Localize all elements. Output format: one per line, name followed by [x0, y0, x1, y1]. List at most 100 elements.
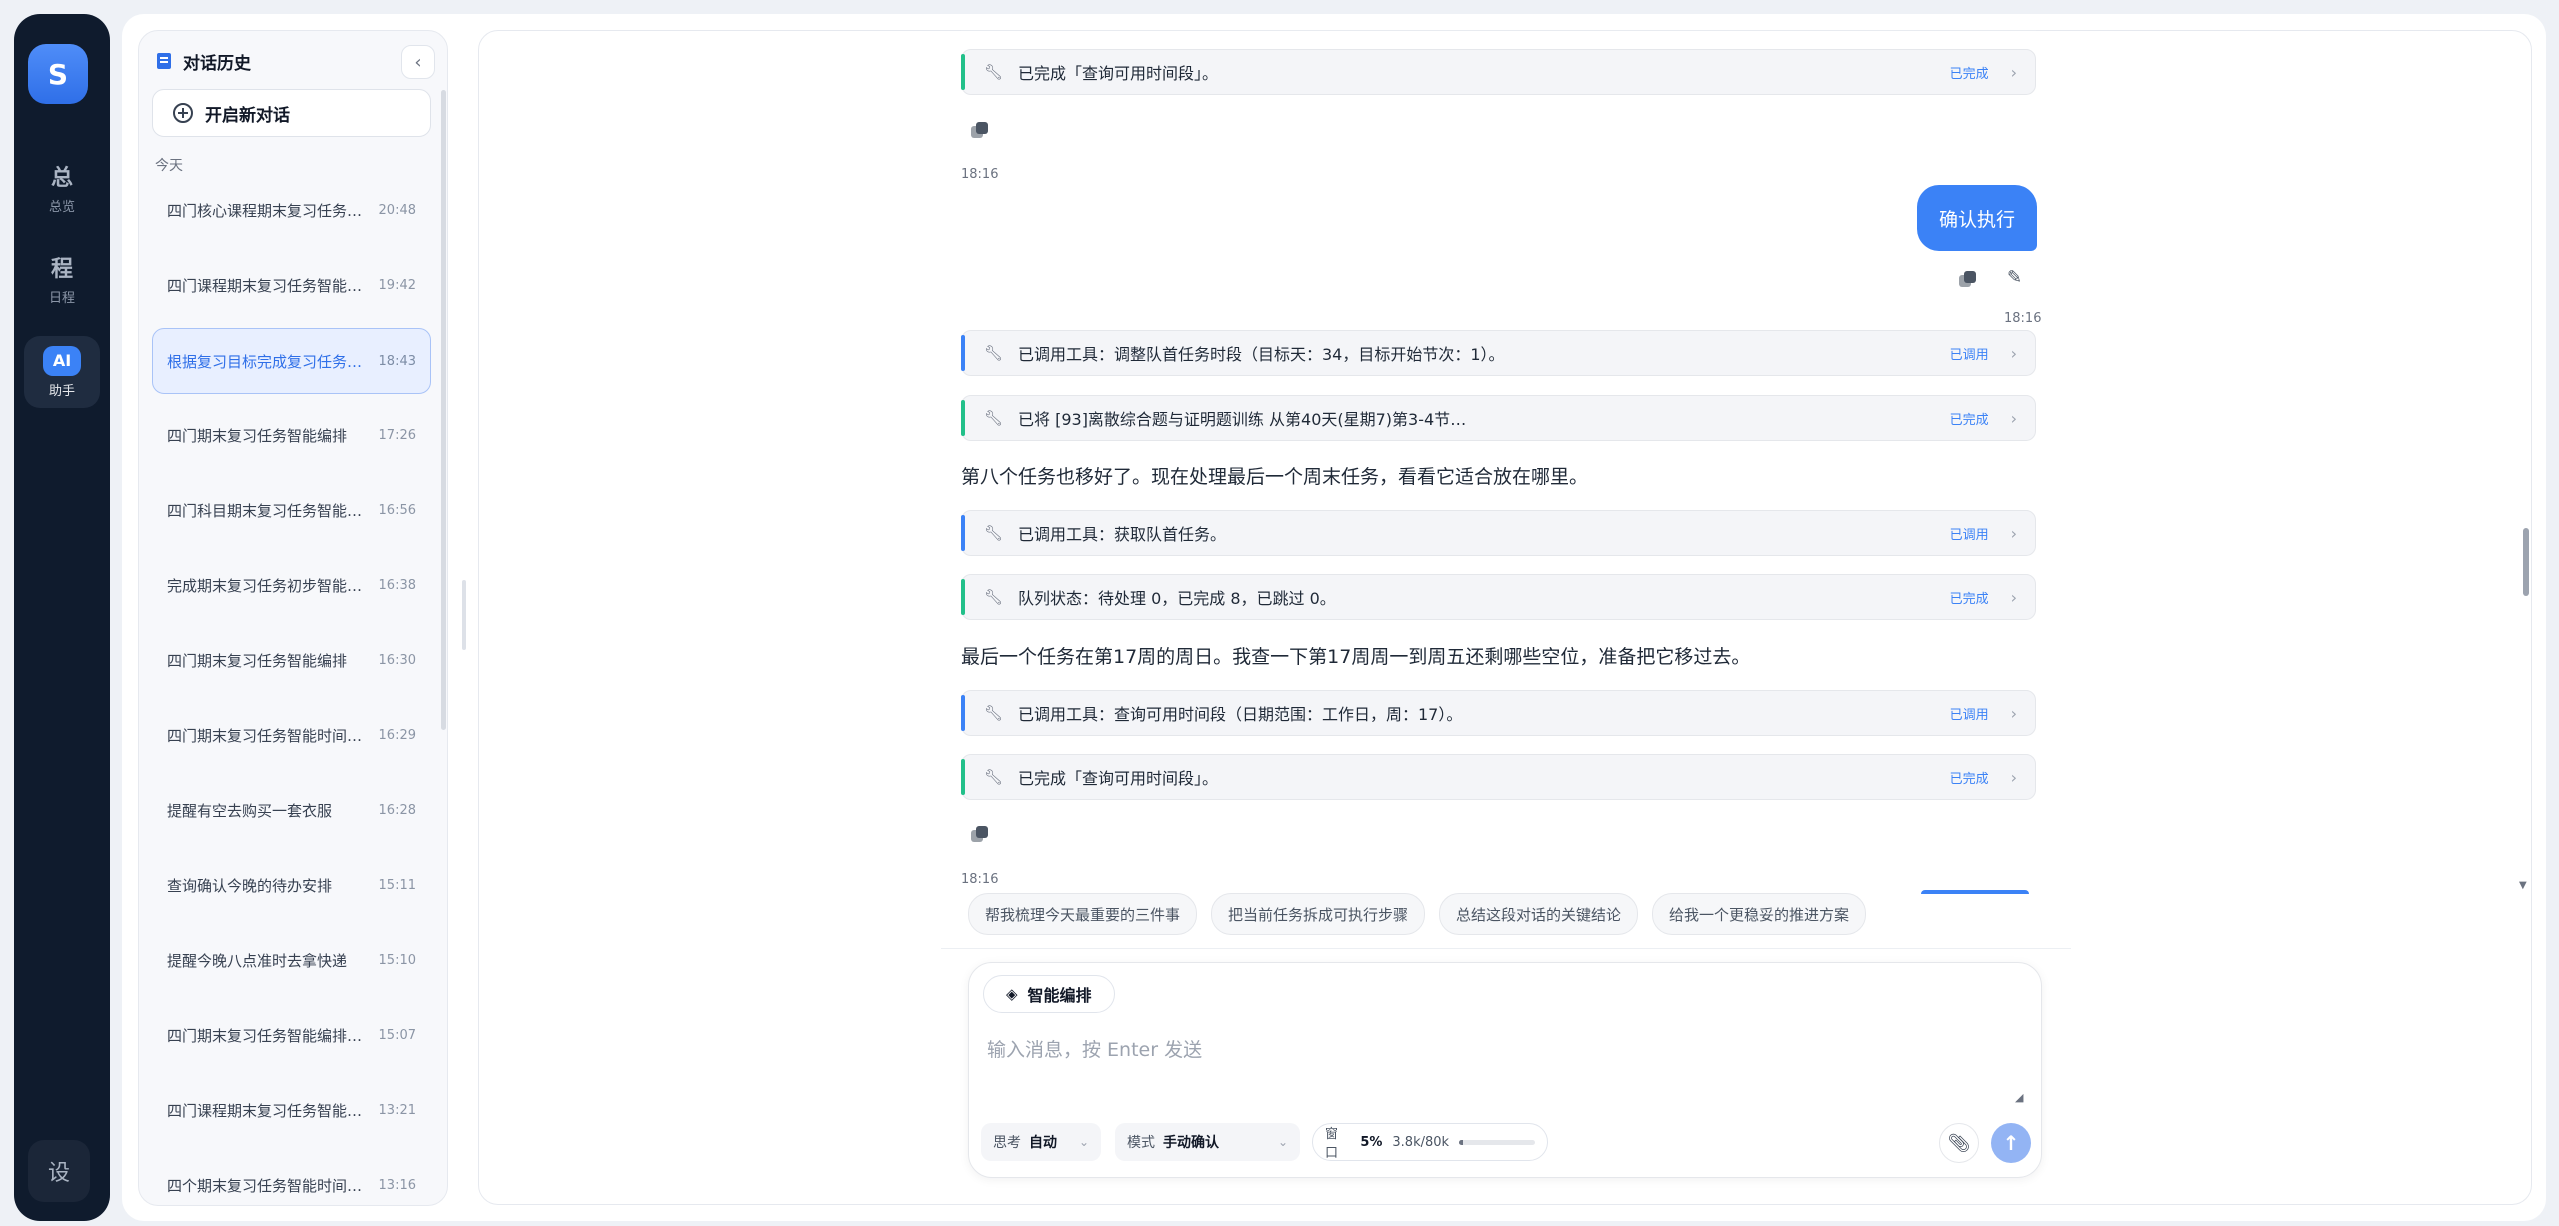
history-item[interactable]: 四门核心课程期末复习任务智能编排 20:48: [152, 173, 431, 248]
history-item-time: 15:11: [378, 878, 416, 893]
history-item-title: 提醒有空去购买一套衣服: [167, 802, 333, 820]
history-item[interactable]: 四门期末复习任务智能时间编排 16:29: [152, 698, 431, 773]
suggestion-chip[interactable]: 帮我梳理今天最重要的三件事: [968, 893, 1198, 935]
tool-call-text: 已将 [93]离散综合题与证明题训练 从第40天(星期7)第3-4节移至第34天…: [1018, 410, 1474, 429]
window-percent: 5%: [1360, 1134, 1383, 1150]
history-scrollbar[interactable]: [441, 90, 446, 730]
mode-select[interactable]: 模式 手动确认 ⌄: [1115, 1123, 1300, 1161]
history-item[interactable]: 完成期末复习任务初步智能编排 16:38: [152, 548, 431, 623]
history-item-title: 四门课程期末复习任务智能编排: [167, 277, 371, 295]
chevron-right-icon: ›: [2010, 62, 2017, 82]
think-value: 自动: [1029, 1135, 1057, 1151]
tool-call-card[interactable]: 🔧︎ 已将 [93]离散综合题与证明题训练 从第40天(星期7)第3-4节移至第…: [961, 395, 2036, 441]
new-chat-label: 开启新对话: [205, 105, 290, 126]
history-item-title: 四个期末复习任务智能时间编排: [167, 1177, 371, 1195]
app-logo[interactable]: S: [28, 44, 88, 104]
history-item-title: 四门科目期末复习任务智能编排: [167, 502, 371, 520]
rail-item-overview[interactable]: 总 总览: [24, 154, 100, 226]
copy-icon[interactable]: [971, 122, 989, 140]
history-item-time: 15:10: [378, 953, 416, 968]
tool-call-card[interactable]: 🔧︎ 队列状态：待处理 0，已完成 8，已跳过 0。 已完成 ›: [961, 574, 2036, 620]
history-icon: [157, 53, 171, 69]
message-time: 18:16: [2004, 311, 2042, 326]
suggestion-chips: 帮我梳理今天最重要的三件事 把当前任务拆成可执行步骤 总结这段对话的关键结论 给…: [968, 893, 1867, 935]
wrench-icon: 🔧︎: [984, 63, 1004, 81]
wrench-icon: 🔧︎: [984, 409, 1004, 427]
history-title: 对话历史: [183, 53, 251, 74]
overview-icon: 总: [50, 165, 73, 191]
tool-call-text: 已完成「查询可用时间段」。: [1018, 64, 1219, 83]
chevron-right-icon: ›: [2010, 587, 2017, 607]
send-button[interactable]: ↑: [1991, 1123, 2031, 1163]
new-chat-button[interactable]: 开启新对话: [152, 89, 431, 137]
rail-item-label: 总览: [48, 199, 75, 215]
day-group-label: 今天: [155, 158, 183, 174]
status-badge: 已完成: [1949, 66, 1989, 82]
history-item[interactable]: 四门课程期末复习任务智能编排 13:21: [152, 1073, 431, 1148]
suggestion-chip[interactable]: 总结这段对话的关键结论: [1439, 893, 1639, 935]
rail-item-label: 助手: [48, 383, 75, 399]
history-item[interactable]: 四门课程期末复习任务智能编排 19:42: [152, 248, 431, 323]
wrench-icon: 🔧︎: [984, 768, 1004, 786]
tool-call-text: 已调用工具：获取队首任务。: [1018, 525, 1227, 544]
tool-call-text: 队列状态：待处理 0，已完成 8，已跳过 0。: [1018, 589, 1336, 608]
history-item-title: 四门期末复习任务智能时间编排: [167, 727, 371, 745]
suggestion-chip[interactable]: 给我一个更稳妥的推进方案: [1652, 893, 1867, 935]
message-time: 18:16: [961, 872, 999, 887]
history-item[interactable]: 四门期末复习任务智能编排规划 15:07: [152, 998, 431, 1073]
resize-grip-icon[interactable]: ◢: [2015, 1091, 2023, 1104]
tool-call-card[interactable]: 🔧︎ 已调用工具：调整队首任务时段（目标天：34，目标开始节次：1）。 已调用 …: [961, 330, 2036, 376]
chevron-right-icon: ›: [2010, 523, 2017, 543]
tool-call-card[interactable]: 🔧︎ 已完成「查询可用时间段」。 已完成 ›: [961, 49, 2036, 95]
history-item-active[interactable]: 根据复习目标完成复习任务智能编排 18:43: [152, 328, 431, 394]
history-item-title: 四门核心课程期末复习任务智能编排: [167, 202, 371, 220]
history-item[interactable]: 提醒有空去购买一套衣服 16:28: [152, 773, 431, 848]
attach-button[interactable]: 📎︎: [1939, 1123, 1979, 1163]
history-item[interactable]: 四门期末复习任务智能编排 16:30: [152, 623, 431, 698]
window-label: 窗口: [1325, 1127, 1339, 1161]
assistant-message-text: 最后一个任务在第17周的周日。我查一下第17周周一到周五还剩哪些空位，准备把它移…: [961, 646, 1751, 668]
history-item-time: 16:29: [378, 728, 416, 743]
wrench-icon: 🔧︎: [984, 704, 1004, 722]
collapse-panel-button[interactable]: ‹: [401, 45, 435, 79]
scroll-down-arrow-icon[interactable]: ▼: [2519, 880, 2527, 891]
chevron-right-icon: ›: [2010, 703, 2017, 723]
history-item-time: 15:07: [378, 1028, 416, 1043]
copy-icon[interactable]: [971, 826, 989, 844]
history-item-title: 四门期末复习任务智能编排: [167, 427, 348, 445]
window-usage-bar: [1459, 1139, 1535, 1145]
user-message-bubble: 确认执行: [1917, 185, 2037, 251]
status-badge: 已完成: [1949, 771, 1989, 787]
tool-call-card[interactable]: 🔧︎ 已完成「查询可用时间段」。 已完成 ›: [961, 754, 2036, 800]
history-list: 四门核心课程期末复习任务智能编排 20:48 四门课程期末复习任务智能编排 19:4…: [152, 173, 431, 1205]
chat-scrollbar[interactable]: [2523, 528, 2529, 596]
history-item-title: 四门课程期末复习任务智能编排: [167, 1102, 371, 1120]
edit-icon[interactable]: ✎: [2007, 267, 2022, 288]
copy-icon[interactable]: [1959, 271, 1977, 289]
history-item[interactable]: 四门科目期末复习任务智能编排 16:56: [152, 473, 431, 548]
rail-item-schedule[interactable]: 程 日程: [24, 245, 100, 317]
status-badge: 已调用: [1949, 527, 1989, 543]
panel-resize-handle[interactable]: [462, 580, 466, 650]
think-select[interactable]: 思考 自动 ⌄: [981, 1123, 1101, 1161]
history-item-time: 16:28: [378, 803, 416, 818]
history-item[interactable]: 提醒今晚八点准时去拿快递 15:10: [152, 923, 431, 998]
history-item[interactable]: 查询确认今晚的待办安排 15:11: [152, 848, 431, 923]
chevron-right-icon: ›: [2010, 767, 2017, 787]
mode-label: 模式: [1127, 1135, 1155, 1151]
ai-icon: AI: [43, 345, 81, 376]
smart-schedule-button[interactable]: ◈ 智能编排: [983, 975, 1115, 1013]
history-item[interactable]: 四门期末复习任务智能编排 17:26: [152, 398, 431, 473]
rail-item-label: 日程: [48, 290, 75, 306]
suggestion-chip[interactable]: 把当前任务拆成可执行步骤: [1211, 893, 1426, 935]
settings-button[interactable]: 设: [28, 1140, 90, 1202]
rail-item-assistant[interactable]: AI 助手: [24, 336, 100, 408]
history-item[interactable]: 四个期末复习任务智能时间编排 13:16: [152, 1148, 431, 1205]
wrench-icon: 🔧︎: [984, 588, 1004, 606]
history-item-title: 根据复习目标完成复习任务智能编排: [167, 352, 371, 371]
arrow-up-icon: ↑: [2002, 1131, 2020, 1155]
tool-call-card[interactable]: 🔧︎ 已调用工具：查询可用时间段（日期范围：工作日，周：17）。 已调用 ›: [961, 690, 2036, 736]
tool-call-card[interactable]: 🔧︎ 已调用工具：获取队首任务。 已调用 ›: [961, 510, 2036, 556]
message-input[interactable]: [987, 1025, 2017, 1075]
history-panel: 对话历史 ‹ 开启新对话 今天 四门核心课程期末复习任务智能编排 20:48 四门…: [138, 30, 448, 1206]
